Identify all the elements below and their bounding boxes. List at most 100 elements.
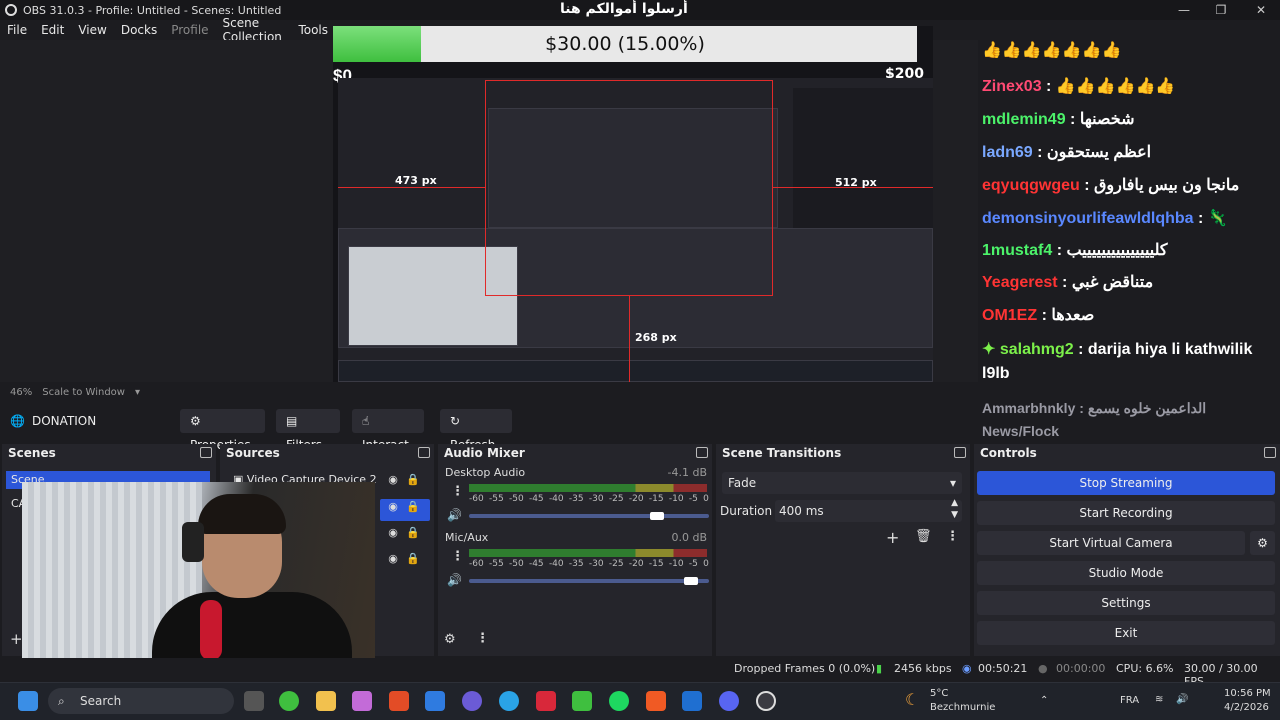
menu-view[interactable]: View	[71, 23, 113, 37]
duration-input[interactable]: 400 ms ▲ ▼	[775, 497, 962, 522]
menu-tools[interactable]: Tools	[291, 23, 335, 37]
chevron-down-icon[interactable]: ▾	[135, 387, 140, 398]
maximize-icon[interactable]: ❐	[1213, 2, 1229, 18]
pointer-icon: ☝	[362, 414, 370, 428]
guide-height-label: 268 px	[635, 331, 677, 344]
selection-box[interactable]	[485, 80, 773, 296]
channel-menu-icon[interactable]: ⋮	[451, 484, 464, 499]
meter-scale: -60 -55 -50 -45 -40 -35 -30 -25 -20 -15 -10 -5 0	[469, 559, 709, 569]
app-icon-wps[interactable]	[536, 691, 556, 711]
app-icon-purple[interactable]	[462, 691, 482, 711]
lock-icon[interactable]: 🔒	[406, 473, 420, 487]
start-recording-button[interactable]: Start Recording	[977, 501, 1275, 525]
exit-button[interactable]: Exit	[977, 621, 1275, 645]
store-icon[interactable]	[425, 691, 445, 711]
obs-taskbar-icon[interactable]	[756, 691, 776, 711]
volume-slider[interactable]	[469, 514, 709, 518]
minimize-icon[interactable]: —	[1176, 2, 1192, 18]
menu-profile[interactable]: Profile	[164, 23, 215, 37]
scale-mode-select[interactable]: Scale to Window	[42, 387, 125, 398]
edge-icon[interactable]	[499, 691, 519, 711]
clock-date[interactable]: 4/2/2026	[1224, 702, 1269, 713]
spotify-icon[interactable]	[609, 691, 629, 711]
visibility-eye-icon[interactable]: ◉	[386, 552, 400, 566]
lock-icon[interactable]: 🔒	[406, 526, 420, 540]
windows-start-icon[interactable]	[18, 691, 38, 711]
volume-slider-knob[interactable]	[649, 512, 664, 520]
wifi-icon[interactable]: ≋	[1155, 694, 1163, 705]
meter-tick-label: -35	[568, 494, 584, 504]
studio-mode-button[interactable]: Studio Mode	[977, 561, 1275, 585]
speaker-icon[interactable]: 🔊	[447, 508, 462, 522]
spinner-icon[interactable]: ▲ ▼	[951, 497, 958, 521]
properties-button[interactable]: ⚙ Properties	[180, 409, 265, 452]
undock-icon[interactable]	[1264, 447, 1276, 458]
preview-scale-bar: 46% Scale to Window ▾	[0, 383, 978, 401]
mixer-channel-desktop: Desktop Audio -4.1 dB ⋮ -60 -55 -50 -45 -40-…	[443, 466, 711, 526]
chat-message: mdlemin49 : شخصنها	[982, 109, 1135, 129]
nested-chat	[793, 88, 933, 228]
meter-tick-label: 0	[703, 494, 709, 504]
virtual-camera-settings-icon[interactable]: ⚙	[1250, 531, 1275, 555]
add-scene-icon[interactable]: +	[10, 630, 23, 648]
signal-icon: ▮	[876, 662, 883, 675]
file-explorer-icon[interactable]	[316, 691, 336, 711]
utorrent-icon[interactable]	[572, 691, 592, 711]
cpu-usage: CPU: 6.6%	[1116, 662, 1174, 675]
mixer-channel-mic: Mic/Aux 0.0 dB ⋮ -60 -55 -50 -45 -40 -35 -30 -2…	[443, 531, 711, 591]
undock-icon[interactable]	[418, 447, 430, 458]
app-icon-blue[interactable]	[682, 691, 702, 711]
menu-docks[interactable]: Docks	[114, 23, 164, 37]
visibility-eye-icon[interactable]: ◉	[386, 526, 400, 540]
language-indicator[interactable]: FRA	[1120, 695, 1139, 706]
taskbar-search[interactable]: ⌕ Search	[48, 688, 234, 714]
volume-slider-knob[interactable]	[683, 577, 698, 585]
transition-menu-icon[interactable]: ⋮	[946, 529, 959, 544]
clock-time[interactable]: 10:56 PM	[1224, 688, 1271, 699]
weather-icon: ☾	[905, 690, 920, 709]
channel-menu-icon[interactable]: ⋮	[451, 549, 464, 564]
menu-edit[interactable]: Edit	[34, 23, 71, 37]
lock-icon[interactable]: 🔒	[406, 552, 420, 566]
discord-icon[interactable]	[719, 691, 739, 711]
guide-bottom	[629, 296, 630, 382]
lock-icon[interactable]: 🔒	[406, 500, 420, 514]
volume-icon[interactable]: 🔊	[1176, 694, 1188, 705]
app-icon-red[interactable]	[389, 691, 409, 711]
volume-slider[interactable]	[469, 579, 709, 583]
start-virtual-camera-button[interactable]: Start Virtual Camera	[977, 531, 1245, 555]
brave-icon[interactable]	[646, 691, 666, 711]
undock-icon[interactable]	[696, 447, 708, 458]
menu-file[interactable]: File	[0, 23, 34, 37]
stop-streaming-button[interactable]: Stop Streaming	[977, 471, 1275, 495]
chat-text: : 🦎	[1193, 210, 1228, 227]
mixer-settings-icon[interactable]: ⚙	[444, 632, 456, 647]
mixer-menu-icon[interactable]: ⋮	[476, 631, 489, 646]
add-transition-icon[interactable]: +	[886, 528, 899, 547]
trash-icon[interactable]: 🗑	[915, 529, 932, 544]
meter-tick-label: -5	[688, 494, 698, 504]
filters-button[interactable]: ▤ Filters	[276, 409, 340, 452]
visibility-eye-icon[interactable]: ◉	[386, 473, 400, 487]
refresh-button[interactable]: ↻ Refresh	[440, 409, 512, 452]
obs-logo-icon	[5, 4, 17, 16]
copilot-icon[interactable]	[352, 691, 372, 711]
level-meter	[469, 484, 707, 492]
chevron-up-icon[interactable]: ⌃	[1040, 695, 1048, 706]
undock-icon[interactable]	[200, 447, 212, 458]
meter-tick-label: -60	[469, 559, 484, 569]
undock-icon[interactable]	[954, 447, 966, 458]
browser-source-icon: 🌐	[10, 414, 25, 428]
stream-preview[interactable]: $30.00 (15.00%) $0 $200 473 px 268 px 51…	[333, 26, 933, 382]
visibility-eye-icon[interactable]: ◉	[386, 500, 400, 514]
zoom-level: 46%	[10, 386, 33, 398]
task-view-icon[interactable]	[244, 691, 264, 711]
close-icon[interactable]: ✕	[1253, 2, 1269, 18]
interact-button[interactable]: ☝ Interact	[352, 409, 424, 452]
transition-select[interactable]: Fade ▾	[722, 472, 962, 494]
settings-button[interactable]: Settings	[977, 591, 1275, 615]
speaker-icon[interactable]: 🔊	[447, 573, 462, 587]
meter-tick-label: -5	[688, 559, 698, 569]
gear-icon: ⚙	[190, 414, 201, 428]
app-icon-green[interactable]	[279, 691, 299, 711]
